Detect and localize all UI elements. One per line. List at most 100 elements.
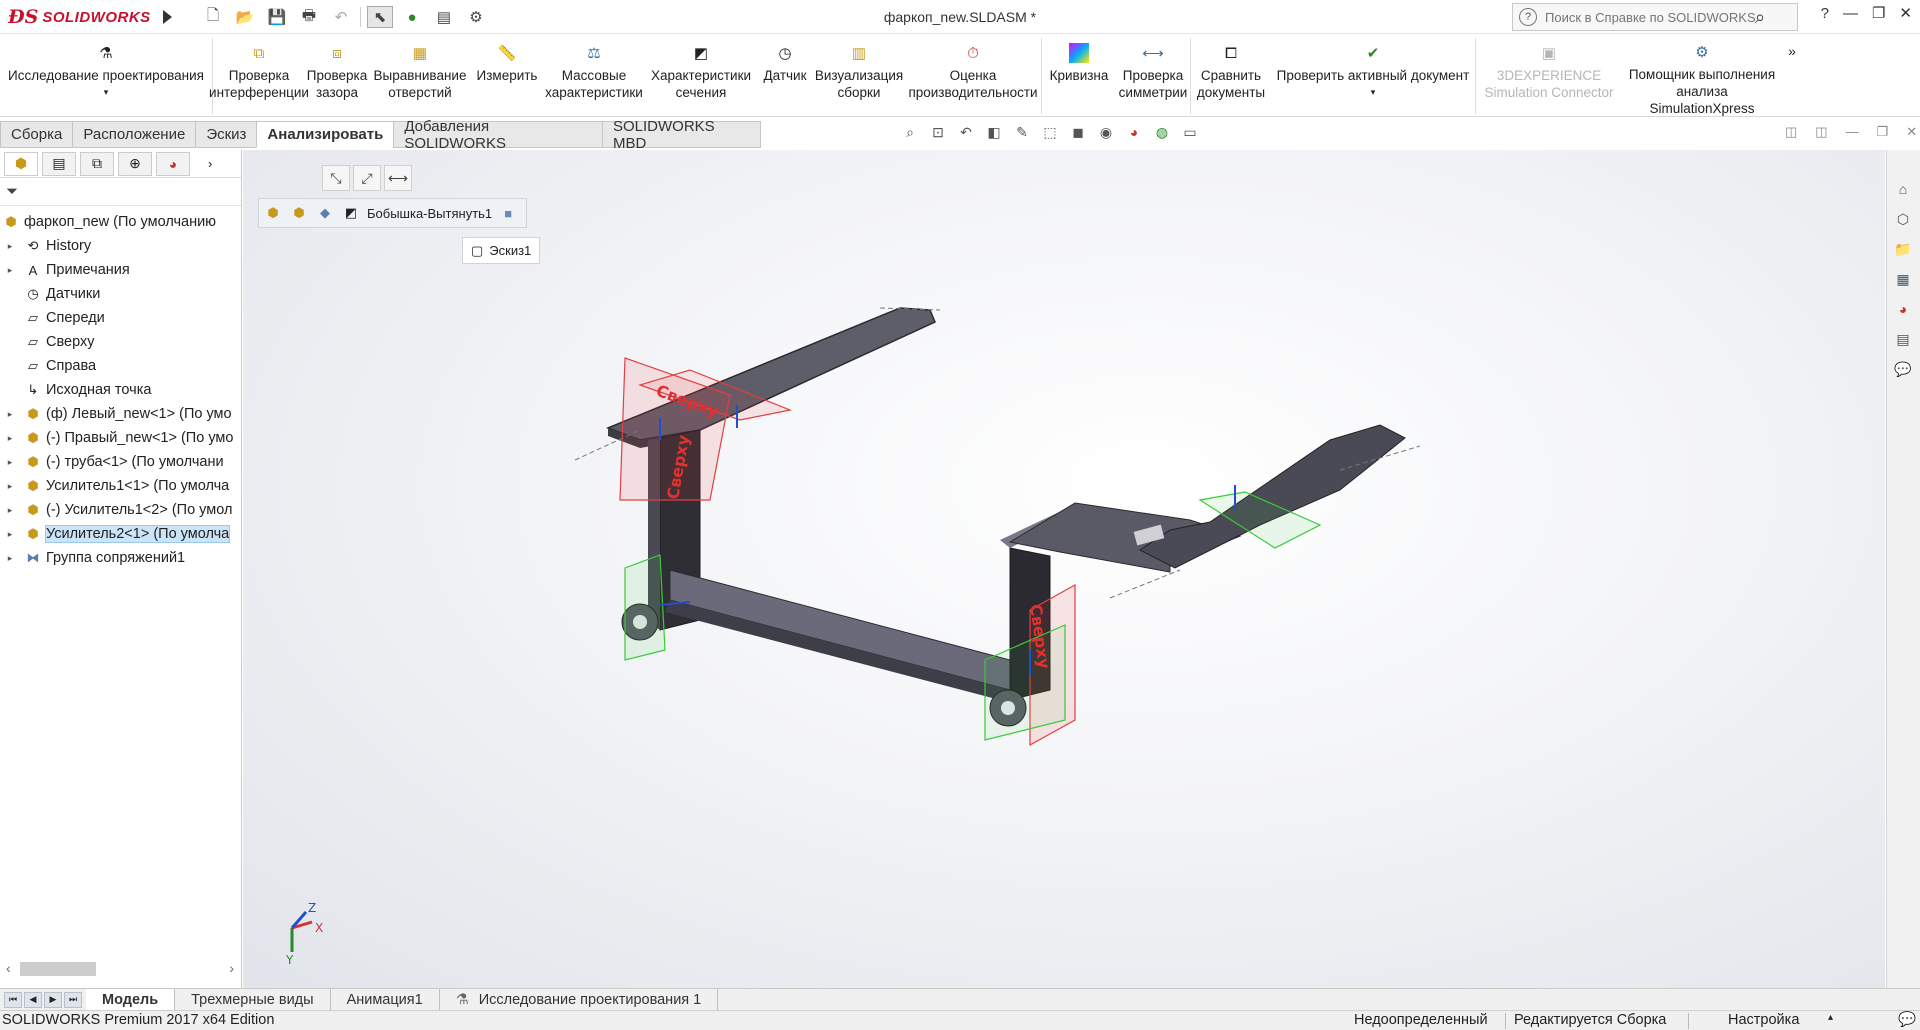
help-menu-icon[interactable]: ? [1821, 5, 1829, 22]
compare-docs-button[interactable]: ⧠ Сравнить документы [1191, 35, 1271, 117]
tree-node-history[interactable]: ▸ ⟲ History [0, 234, 241, 258]
tree-node-root[interactable]: ⬢ фаркоп_new (По умолчанию [0, 210, 241, 234]
apply-scene-icon[interactable]: ◍ [1152, 122, 1172, 142]
nav-first-icon[interactable]: ⏮ [4, 991, 22, 1008]
property-manager-tab-icon[interactable]: ▤ [42, 151, 76, 176]
nav-last-icon[interactable]: ⏭ [64, 991, 82, 1008]
menu-expand-icon[interactable] [162, 10, 172, 24]
nav-prev-icon[interactable]: ◀ [24, 991, 42, 1008]
save-icon[interactable]: 💾 [264, 6, 290, 28]
tab-3d-views[interactable]: Трехмерные виды [175, 989, 331, 1010]
restore-icon[interactable]: ❐ [1872, 4, 1885, 22]
simxpress-button[interactable]: ⚙ Помощник выполнения анализа SimulationX… [1622, 35, 1782, 117]
tree-node-part[interactable]: ▸ ⬢ Усилитель1<1> (По умолча [0, 474, 241, 498]
view-settings-icon[interactable]: ▭ [1180, 122, 1200, 142]
help-search[interactable]: ? ⌕ [1512, 3, 1798, 31]
doc-close-icon[interactable]: ✕ [1906, 124, 1917, 140]
new-file-icon[interactable]: 🗋 [200, 6, 226, 28]
tree-node-part[interactable]: ▸ ⬢ (-) Усилитель1<2> (По умол [0, 498, 241, 522]
expand-arrow-icon[interactable]: ▸ [4, 553, 16, 564]
design-study-button[interactable]: ⚗ Исследование проектирования ▾ [0, 35, 212, 117]
tab-evaluate[interactable]: Анализировать [256, 121, 395, 148]
close-icon[interactable]: ✕ [1899, 4, 1912, 22]
tree-horizontal-scrollbar[interactable]: ‹ › [0, 958, 240, 978]
tab-layout[interactable]: Расположение [72, 121, 197, 148]
tree-node-part-selected[interactable]: ▸ ⬢ Усилитель2<1> (По умолча [0, 522, 241, 546]
appearances-icon[interactable]: ◕ [1890, 296, 1916, 322]
filter-icon[interactable]: ⏷ [6, 183, 18, 200]
check-doc-button[interactable]: ✔ Проверить активный документ ▾ [1271, 35, 1475, 117]
dimxpert-tab-icon[interactable]: ⊕ [118, 151, 152, 176]
tab-animation[interactable]: Анимация1 [331, 989, 440, 1010]
tab-assembly[interactable]: Сборка [0, 121, 74, 148]
view-orientation-icon[interactable]: ⬚ [1040, 122, 1060, 142]
doc-minimize-icon[interactable]: — [1846, 124, 1859, 140]
mass-props-button[interactable]: ⚖ Массовые характеристики [543, 35, 645, 117]
settings-dropdown-icon[interactable]: ▴ [1828, 1012, 1833, 1023]
select-icon[interactable]: ⬉ [367, 6, 393, 28]
symmetry-button[interactable]: ⟷ Проверка симметрии [1116, 35, 1190, 117]
forum-icon[interactable]: 💬 [1890, 356, 1916, 382]
assembly-viz-button[interactable]: ▥ Визуализация сборки [813, 35, 905, 117]
tree-node-part[interactable]: ▸ ⬢ (-) Правый_new<1> (По умо [0, 426, 241, 450]
view-palette-icon[interactable]: ▦ [1890, 266, 1916, 292]
traffic-light-icon[interactable]: ● [399, 6, 425, 28]
help-icon[interactable]: ? [1519, 8, 1537, 26]
tree-node-annotations[interactable]: ▸ A Примечания [0, 258, 241, 282]
tree-node-part[interactable]: ▸ ⬢ (ф) Левый_new<1> (По умо [0, 402, 241, 426]
minimize-icon[interactable]: — [1843, 5, 1858, 22]
design-library-icon[interactable]: ⬡ [1890, 206, 1916, 232]
tab-model[interactable]: Модель [86, 989, 176, 1010]
custom-properties-icon[interactable]: ▤ [1890, 326, 1916, 352]
expand-arrow-icon[interactable]: ▸ [4, 433, 16, 444]
solidworks-logo[interactable]: ƉS SOLIDWORKS [8, 4, 172, 30]
tree-node-sensors[interactable]: ◷ Датчики [0, 282, 241, 306]
expand-arrow-icon[interactable]: ▸ [4, 529, 16, 540]
performance-button[interactable]: ⏱ Оценка производительности [905, 35, 1041, 117]
units-settings[interactable]: Настройка [1728, 1012, 1799, 1028]
measure-button[interactable]: 📏 Измерить [471, 35, 543, 117]
undo-icon[interactable]: ↶ [328, 6, 354, 28]
open-file-icon[interactable]: 📂 [232, 6, 258, 28]
doc-cascade-icon[interactable]: ◫ [1815, 124, 1827, 140]
3dx-connector-button[interactable]: ▣ 3DEXPERIENCE Simulation Connector [1476, 35, 1622, 117]
expand-arrow-icon[interactable]: ▸ [4, 241, 16, 252]
ribbon-more-icon[interactable]: » [1782, 35, 1802, 117]
tooltip-icon[interactable]: 💬 [1898, 1011, 1916, 1028]
previous-view-icon[interactable]: ↶ [956, 122, 976, 142]
clearance-button[interactable]: ⧈ Проверка зазора [305, 35, 369, 117]
expand-arrow-icon[interactable]: ▸ [4, 481, 16, 492]
model-3d-view[interactable]: Сверху Сверху Сверху X Z Y [243, 150, 1885, 988]
hole-align-button[interactable]: ▦ Выравнивание отверстий [369, 35, 471, 117]
tree-node-part[interactable]: ▸ ⬢ (-) труба<1> (По умолчани [0, 450, 241, 474]
file-properties-icon[interactable]: ▤ [431, 6, 457, 28]
print-icon[interactable]: 🖶 [296, 6, 322, 28]
tab-addins[interactable]: Добавления SOLIDWORKS [393, 118, 603, 152]
nav-next-icon[interactable]: ▶ [44, 991, 62, 1008]
zoom-area-icon[interactable]: ⊡ [928, 122, 948, 142]
expand-arrow-icon[interactable]: ▸ [4, 265, 16, 276]
config-manager-tab-icon[interactable]: ⧉ [80, 151, 114, 176]
tree-node-origin[interactable]: ↳ Исходная точка [0, 378, 241, 402]
edit-appearance-icon[interactable]: ◕ [1124, 122, 1144, 142]
tab-sketch[interactable]: Эскиз [195, 121, 258, 148]
dynamic-annotation-icon[interactable]: ✎ [1012, 122, 1032, 142]
scroll-right-icon[interactable]: › [229, 960, 234, 976]
expand-arrow-icon[interactable]: ▸ [4, 409, 16, 420]
curvature-button[interactable]: Кривизна [1042, 35, 1116, 117]
tree-node-right-plane[interactable]: ▱ Справа [0, 354, 241, 378]
chevron-right-icon[interactable]: › [208, 156, 212, 171]
help-search-input[interactable] [1545, 9, 1755, 25]
interference-button[interactable]: ⧉ Проверка интерференции [209, 35, 309, 117]
search-icon[interactable]: ⌕ [1755, 7, 1765, 28]
expand-arrow-icon[interactable]: ▸ [4, 457, 16, 468]
doc-tile-icon[interactable]: ◫ [1785, 124, 1797, 140]
tab-design-study[interactable]: ⚗ Исследование проектирования 1 [440, 989, 719, 1010]
tab-mbd[interactable]: SOLIDWORKS MBD [601, 118, 761, 152]
home-icon[interactable]: ⌂ [1890, 176, 1916, 202]
scroll-left-icon[interactable]: ‹ [6, 960, 11, 976]
feature-tree-tab-icon[interactable]: ⬢ [4, 151, 38, 176]
tree-node-mates[interactable]: ▸ ⧓ Группа сопряжений1 [0, 546, 241, 570]
tree-filter[interactable]: ⏷ [0, 178, 241, 206]
scroll-thumb[interactable] [20, 962, 96, 976]
